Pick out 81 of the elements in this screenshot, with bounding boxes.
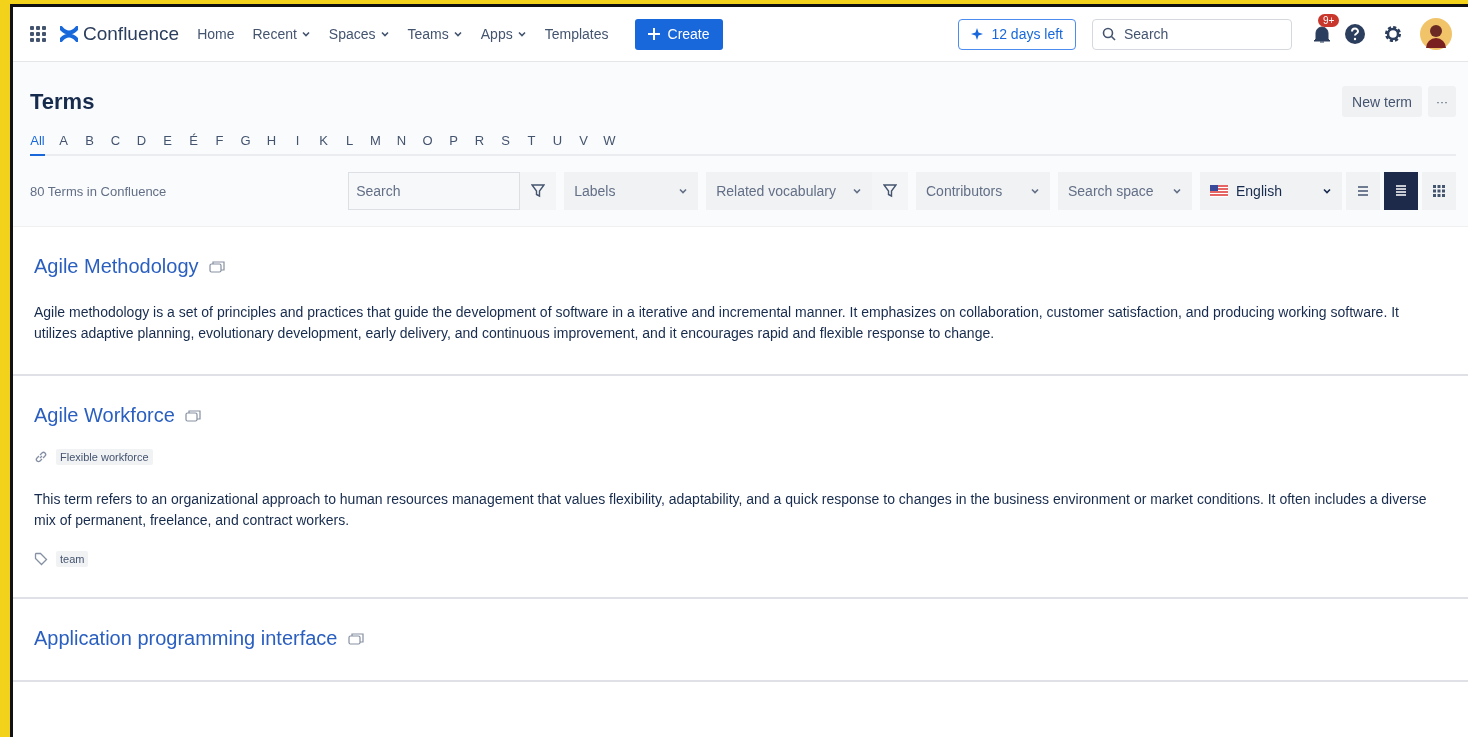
synonym-tag[interactable]: Flexible workforce bbox=[56, 449, 153, 465]
letter-tab[interactable]: L bbox=[342, 129, 357, 156]
letter-tab[interactable]: O bbox=[420, 129, 435, 156]
app-logo[interactable]: Confluence bbox=[60, 23, 180, 45]
filter-button[interactable] bbox=[872, 172, 908, 210]
letter-tab[interactable]: P bbox=[446, 129, 461, 156]
filter-dropdown[interactable]: Labels bbox=[564, 172, 699, 210]
list-view-button[interactable] bbox=[1384, 172, 1418, 210]
letter-tab[interactable]: R bbox=[472, 129, 487, 156]
flag-icon bbox=[1210, 185, 1228, 197]
notification-badge: 9+ bbox=[1318, 14, 1340, 27]
filter-button[interactable] bbox=[520, 172, 557, 210]
chevron-down-icon bbox=[300, 29, 311, 39]
chevron-down-icon bbox=[379, 29, 390, 39]
create-button[interactable]: Create bbox=[634, 18, 723, 50]
chevron-down-icon bbox=[852, 186, 862, 196]
search-icon bbox=[1102, 26, 1116, 41]
grid-icon bbox=[1432, 184, 1446, 198]
letter-tab[interactable]: N bbox=[394, 129, 409, 156]
term-description: This term refers to an organizational approach to human resources management that values flexibility, adaptability, and a quick response to changes in the business environment or market conditions. It often includes a diverse mix of permanent, freelance, and contract workers. bbox=[34, 490, 1428, 530]
letter-tab[interactable]: T bbox=[524, 129, 539, 156]
letter-tab[interactable]: É bbox=[186, 129, 201, 156]
nav-menu-item[interactable]: Home bbox=[197, 26, 235, 42]
trial-button[interactable]: 12 days left bbox=[958, 18, 1076, 50]
lines-icon bbox=[1394, 184, 1408, 198]
filter-dropdown[interactable]: Search space bbox=[1058, 172, 1192, 210]
term-title-link[interactable]: Agile Methodology bbox=[34, 255, 199, 278]
lines-icon bbox=[1356, 184, 1370, 198]
app-grid-icon[interactable] bbox=[30, 26, 46, 42]
letter-tab[interactable]: U bbox=[550, 129, 565, 156]
letter-tab[interactable]: G bbox=[238, 129, 253, 156]
funnel-icon bbox=[883, 184, 897, 198]
nav-menu-item[interactable]: Spaces bbox=[328, 26, 390, 42]
letter-tab[interactable]: V bbox=[576, 129, 591, 156]
chevron-down-icon bbox=[1172, 186, 1182, 196]
tag-icon bbox=[34, 552, 48, 566]
chevron-down-icon bbox=[1322, 186, 1332, 196]
page-title: Terms bbox=[30, 88, 95, 115]
letter-tab[interactable]: B bbox=[82, 129, 97, 156]
letter-tab[interactable]: K bbox=[316, 129, 331, 156]
term-title-link[interactable]: Agile Workforce bbox=[34, 404, 175, 427]
letter-tab[interactable]: I bbox=[290, 129, 305, 156]
bell-icon[interactable] bbox=[1312, 24, 1332, 44]
settings-icon[interactable] bbox=[1382, 23, 1404, 45]
language-dropdown[interactable]: English bbox=[1200, 172, 1342, 210]
term-title-link[interactable]: Application programming interface bbox=[34, 627, 338, 650]
filter-dropdown[interactable]: Contributors bbox=[916, 172, 1050, 210]
letter-tab[interactable]: M bbox=[368, 129, 383, 156]
search-field[interactable]: Search bbox=[348, 172, 521, 210]
more-button[interactable]: ··· bbox=[1428, 86, 1456, 117]
letter-tab[interactable]: W bbox=[602, 129, 617, 156]
funnel-icon bbox=[531, 184, 546, 198]
avatar-icon[interactable] bbox=[1420, 18, 1452, 50]
nav-menu-item[interactable]: Recent bbox=[252, 26, 311, 42]
filter-dropdown[interactable]: Related vocabulary bbox=[706, 172, 872, 210]
new-term-button[interactable]: New term bbox=[1342, 86, 1422, 117]
chevron-down-icon bbox=[678, 186, 689, 196]
letter-tab[interactable]: F bbox=[212, 129, 227, 156]
link-icon bbox=[34, 450, 48, 464]
term-count: 80 Terms in Confluence bbox=[30, 183, 167, 199]
chevron-down-icon bbox=[516, 29, 527, 39]
letter-tab[interactable]: D bbox=[134, 129, 149, 156]
grid-view-button[interactable] bbox=[1422, 172, 1456, 210]
help-icon[interactable] bbox=[1344, 23, 1366, 45]
letter-tab[interactable]: A bbox=[56, 129, 71, 156]
compact-view-button[interactable] bbox=[1346, 172, 1380, 210]
plus-icon bbox=[647, 28, 660, 40]
letter-tab[interactable]: All bbox=[30, 129, 45, 156]
label-tag[interactable]: team bbox=[56, 551, 89, 567]
logo-icon bbox=[60, 26, 78, 42]
term-description: Agile methodology is a set of principles and practices that guide the development of software in a iterative and incremental manner. It emphasizes on collaboration, customer satisfaction, and producing working software. It utilizes adaptive planning, evolutionary development, early delivery, and continuous improvement, and it encourages rapid and flexible response to change. bbox=[34, 303, 1400, 343]
letter-tab[interactable]: C bbox=[108, 129, 123, 156]
search-field[interactable]: Search bbox=[1092, 18, 1292, 50]
nav-menu-item[interactable]: Teams bbox=[407, 26, 463, 42]
chevron-down-icon bbox=[452, 29, 463, 39]
chevron-down-icon bbox=[1030, 186, 1040, 196]
letter-tab[interactable]: E bbox=[160, 129, 175, 156]
nav-menu-item[interactable]: Templates bbox=[544, 26, 609, 42]
nav-menu-item[interactable]: Apps bbox=[480, 26, 527, 42]
letter-tab[interactable]: S bbox=[498, 129, 513, 156]
letter-tab[interactable]: H bbox=[264, 129, 279, 156]
